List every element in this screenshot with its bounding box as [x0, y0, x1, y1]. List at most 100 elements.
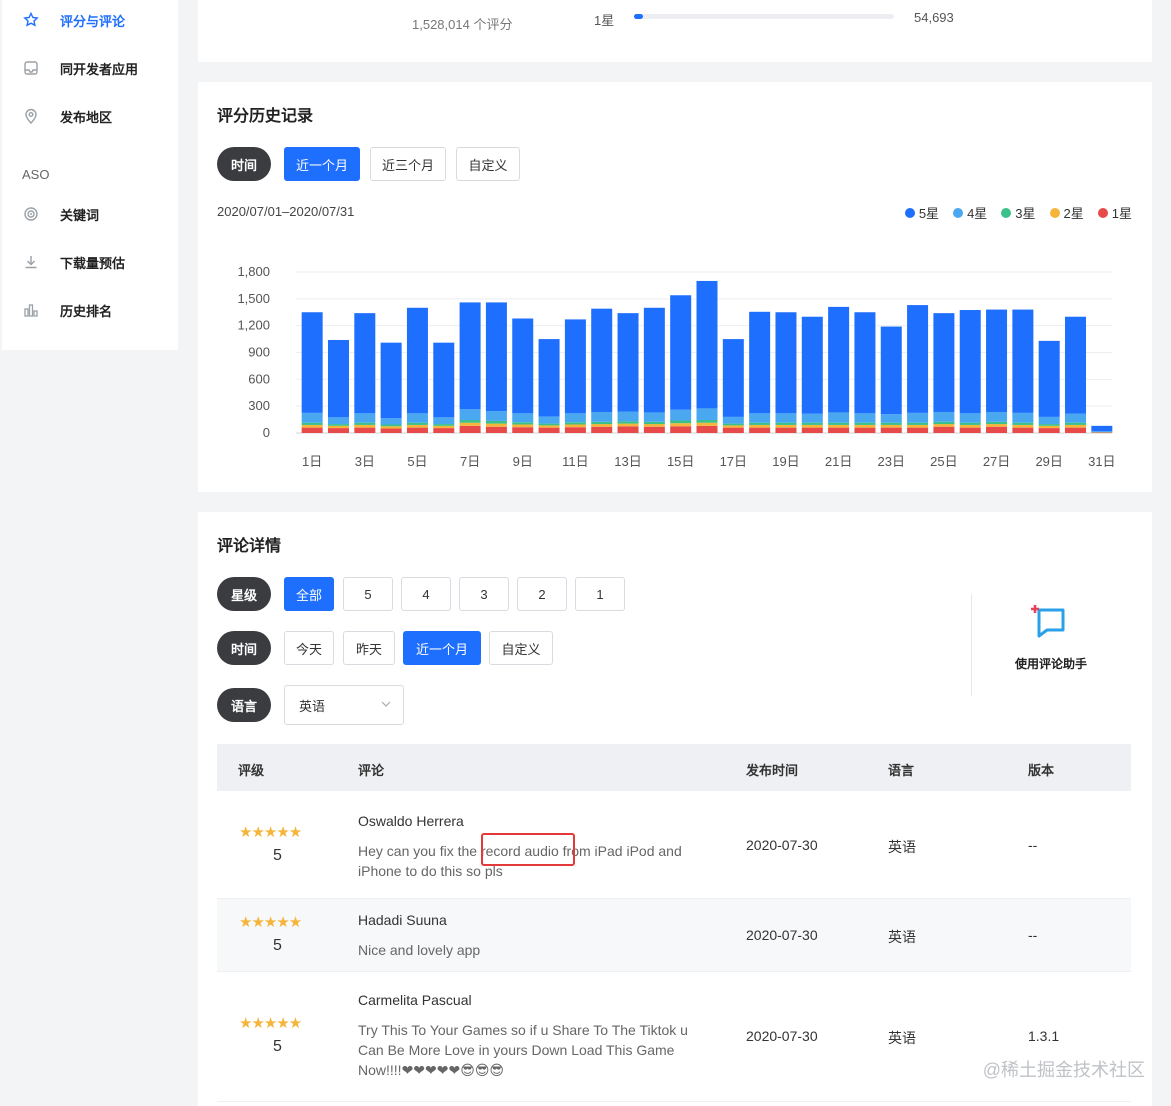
- bar-segment: [1065, 422, 1087, 425]
- star-rating-icon: ★★★★★: [239, 1015, 302, 1032]
- x-tick-label: 7日: [460, 454, 480, 469]
- sidebar-section-aso: ASO: [22, 167, 50, 182]
- bar-segment: [617, 313, 639, 412]
- x-tick-label: 27日: [983, 454, 1010, 469]
- bar-segment: [1012, 422, 1034, 425]
- table-row[interactable]: ★★★★★ 5 Hadadi Suuna Nice and lovely app…: [217, 899, 1131, 972]
- column-header-date: 发布时间: [746, 763, 799, 778]
- range-custom-button[interactable]: 自定义: [456, 147, 520, 181]
- sidebar-item-download-estimate[interactable]: 下载量预估: [2, 242, 178, 282]
- x-tick-label: 29日: [1035, 454, 1062, 469]
- review-language: 英语: [888, 1030, 916, 1046]
- bar-segment: [907, 422, 929, 425]
- sidebar-item-keywords[interactable]: 关键词: [2, 194, 178, 234]
- time-custom-button[interactable]: 自定义: [489, 631, 553, 665]
- bar-segment: [775, 422, 797, 425]
- legend-item[interactable]: 2星: [1049, 203, 1084, 222]
- star-5-button[interactable]: 5: [343, 577, 393, 611]
- reviews-table: 评级 评论 发布时间 语言 版本 ★★★★★ 5 Oswaldo Herrera…: [217, 744, 1131, 1102]
- rating-history-chart: 0 300 600 900 1,200 1,500 1,800 1日 3日 5日 7日 9日 11日 13…: [237, 264, 1115, 469]
- bar-segment: [722, 425, 744, 428]
- bar-segment: [564, 413, 586, 423]
- bar-segment: [1038, 428, 1060, 433]
- bar-segment: [538, 425, 560, 428]
- bar-segment: [696, 425, 718, 433]
- bar-segment: [459, 420, 481, 423]
- y-tick-label: 1,800: [237, 264, 270, 279]
- sidebar-item-label: 同开发者应用: [60, 61, 139, 77]
- sidebar-item-same-developer[interactable]: 同开发者应用: [2, 48, 178, 88]
- x-tick-label: 17日: [720, 454, 747, 469]
- sidebar-item-label: 下载量预估: [60, 255, 126, 271]
- bar-segment: [380, 426, 402, 429]
- sidebar-item-regions[interactable]: 发布地区: [2, 96, 178, 136]
- bar-segment: [1065, 424, 1087, 428]
- bar-segment: [1065, 427, 1087, 433]
- bar-segment: [749, 422, 771, 425]
- table-header: 评级 评论 发布时间 语言 版本: [217, 744, 1131, 791]
- legend-item[interactable]: 4星: [953, 203, 987, 222]
- bar-segment: [327, 417, 349, 425]
- review-text: Nice and lovely app: [358, 942, 481, 958]
- sidebar-item-ratings-reviews[interactable]: 评分与评论: [2, 0, 178, 40]
- time-filter-pill: 时间: [217, 631, 271, 665]
- time-yesterday-button[interactable]: 昨天: [343, 631, 395, 665]
- download-icon: [22, 253, 40, 271]
- watermark: @稀土掘金技术社区: [982, 1060, 1145, 1080]
- language-select[interactable]: 英语: [284, 685, 404, 725]
- star-all-button[interactable]: 全部: [284, 577, 334, 611]
- bar-segment: [749, 413, 771, 423]
- bar-segment: [854, 413, 876, 423]
- review-author: Hadadi Suuna: [358, 912, 447, 928]
- bar-segment: [1065, 316, 1087, 414]
- time-last-month-button[interactable]: 近一个月: [403, 631, 481, 665]
- bar-segment: [327, 425, 349, 429]
- bar-segment: [327, 428, 349, 433]
- bar-segment: [828, 412, 850, 423]
- bar-segment: [959, 427, 981, 433]
- range-last-three-months-button[interactable]: 近三个月: [370, 147, 446, 181]
- legend-dot: [1049, 207, 1060, 218]
- bar-segment: [749, 311, 771, 414]
- bar-segment: [406, 307, 428, 414]
- star-1-button[interactable]: 1: [575, 577, 625, 611]
- star-3-button[interactable]: 3: [459, 577, 509, 611]
- bar-segment: [380, 428, 402, 433]
- legend-dot: [1001, 207, 1012, 218]
- rating-score: 5: [273, 1038, 282, 1055]
- sidebar-item-history-rank[interactable]: 历史排名: [2, 290, 178, 330]
- review-assistant-button[interactable]: 使用评论助手: [998, 600, 1104, 672]
- bar-segment: [643, 424, 665, 427]
- bar-segment: [538, 423, 560, 426]
- vertical-divider: [971, 594, 972, 696]
- star-icon: [22, 11, 40, 29]
- bar-segment: [670, 426, 692, 433]
- bar-segment: [933, 421, 955, 425]
- bar-segment: [538, 339, 560, 417]
- column-header-version: 版本: [1028, 763, 1055, 778]
- bar-segment: [749, 427, 771, 433]
- bar-segment: [485, 411, 507, 421]
- table-row[interactable]: ★★★★★ 5 Oswaldo Herrera Hey can you fix …: [217, 791, 1131, 899]
- bar-segment: [380, 418, 402, 425]
- range-last-month-button[interactable]: 近一个月: [284, 147, 360, 181]
- review-language: 英语: [888, 839, 916, 855]
- legend-item[interactable]: 3星: [1001, 203, 1036, 222]
- bar-segment: [591, 411, 613, 422]
- bar-segment: [696, 422, 718, 426]
- bar-segment: [670, 423, 692, 427]
- legend-item[interactable]: 1星: [1097, 203, 1132, 222]
- star-4-button[interactable]: 4: [401, 577, 451, 611]
- bar-segment: [591, 308, 613, 412]
- x-tick-label: 25日: [930, 454, 957, 469]
- total-ratings: 1,528,014 个评分: [412, 17, 513, 32]
- legend-item[interactable]: 5星: [904, 203, 939, 222]
- time-today-button[interactable]: 今天: [284, 631, 334, 665]
- review-date: 2020-07-30: [746, 837, 818, 853]
- table-row[interactable]: ★★★★★ 5 Carmelita Pascual Try This To Yo…: [217, 972, 1131, 1102]
- star-2-button[interactable]: 2: [517, 577, 567, 611]
- bar-segment: [696, 408, 718, 421]
- date-range: 2020/07/01–2020/07/31: [217, 204, 355, 219]
- bar-segment: [880, 424, 902, 428]
- bar-segment: [433, 424, 455, 426]
